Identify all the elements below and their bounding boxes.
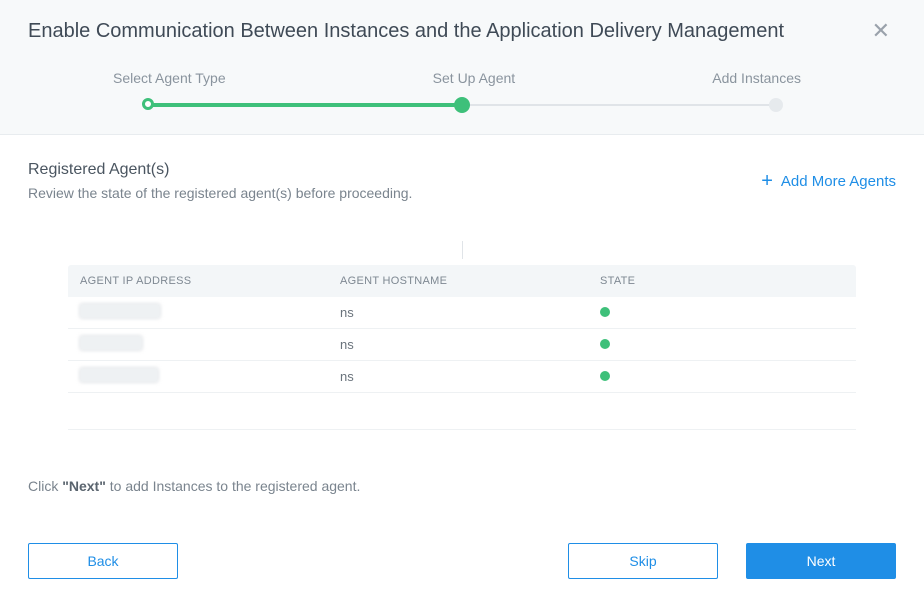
- table-header: AGENT IP ADDRESS AGENT HOSTNAME STATE: [68, 265, 856, 297]
- skip-button[interactable]: Skip: [568, 543, 718, 579]
- state-up-icon: [600, 371, 610, 381]
- cell-ip: [68, 330, 328, 359]
- cell-state: [588, 331, 828, 358]
- cell-hostname: ns: [328, 299, 588, 326]
- add-more-agents-link[interactable]: + Add More Agents: [761, 171, 896, 191]
- table-row: ns: [68, 361, 856, 393]
- cell-state: [588, 299, 828, 326]
- cell-ip: [68, 362, 328, 391]
- step-label-add-instances: Add Instances: [712, 70, 801, 86]
- step-dot-3: [769, 98, 783, 112]
- step-label-select-agent-type: Select Agent Type: [113, 70, 226, 86]
- section-subtitle: Review the state of the registered agent…: [28, 185, 412, 201]
- step-label-set-up-agent: Set Up Agent: [433, 70, 516, 86]
- redacted-ip: [80, 304, 160, 318]
- column-header-hostname: AGENT HOSTNAME: [328, 265, 588, 297]
- state-up-icon: [600, 339, 610, 349]
- section-title: Registered Agent(s): [28, 161, 412, 179]
- back-button[interactable]: Back: [28, 543, 178, 579]
- table-row: ns: [68, 297, 856, 329]
- table-bottom-divider: [68, 429, 856, 430]
- add-more-agents-label: Add More Agents: [781, 173, 896, 190]
- cell-state: [588, 363, 828, 390]
- modal-title: Enable Communication Between Instances a…: [28, 20, 784, 43]
- plus-icon: +: [761, 171, 773, 191]
- stepper-progress: [148, 103, 462, 107]
- hint-text: Click "Next" to add Instances to the reg…: [28, 478, 896, 494]
- state-up-icon: [600, 307, 610, 317]
- column-header-ip: AGENT IP ADDRESS: [68, 265, 328, 297]
- redacted-ip: [80, 368, 158, 382]
- table-top-divider: [462, 241, 463, 259]
- cell-hostname: ns: [328, 331, 588, 358]
- redacted-ip: [80, 336, 142, 350]
- next-button[interactable]: Next: [746, 543, 896, 579]
- step-dot-1: [142, 98, 154, 110]
- cell-hostname: ns: [328, 363, 588, 390]
- close-icon[interactable]: ✕: [866, 18, 896, 44]
- step-dot-2: [454, 97, 470, 113]
- cell-ip: [68, 298, 328, 327]
- table-row: ns: [68, 329, 856, 361]
- column-header-state: STATE: [588, 265, 828, 297]
